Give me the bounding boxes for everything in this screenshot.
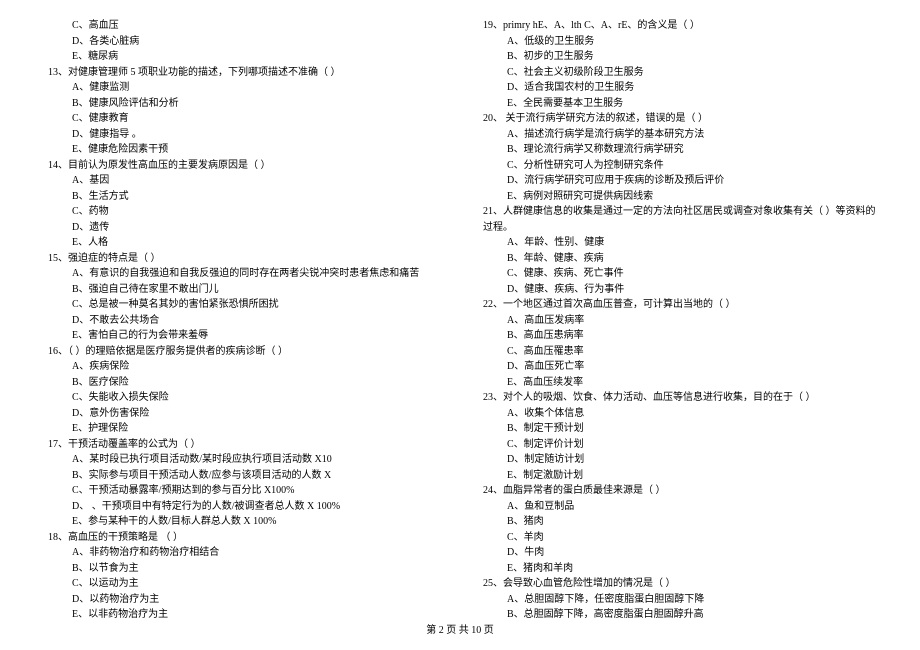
question-line: 22、一个地区通过首次高血压普查，可计算出当地的（ ）	[475, 297, 880, 313]
question-line: 14、目前认为原发性高血压的主要发病原因是（ ）	[40, 158, 445, 174]
option-line: D、 、干预项目中有特定行为的人数/被调查者总人数 X 100%	[40, 499, 445, 515]
option-line: D、适合我国农村的卫生服务	[475, 80, 880, 96]
option-line: B、以节食为主	[40, 561, 445, 577]
option-line: C、药物	[40, 204, 445, 220]
question-line: 23、对个人的吸烟、饮食、体力活动、血压等信息进行收集，目的在于（ ）	[475, 390, 880, 406]
option-line: E、猪肉和羊肉	[475, 561, 880, 577]
option-line: C、制定评价计划	[475, 437, 880, 453]
question-line: 16、（ ）的理赔依据是医疗服务提供者的疾病诊断（ ）	[40, 344, 445, 360]
option-line: B、实际参与项目干预活动人数/应参与该项目活动的人数 X	[40, 468, 445, 484]
option-line: B、制定干预计划	[475, 421, 880, 437]
question-line: 过程。	[475, 220, 880, 236]
left-column: C、高血压D、各类心脏病E、糖尿病13、对健康管理师 5 项职业功能的描述，下列…	[40, 18, 445, 623]
question-line: 25、会导致心血管危险性增加的情况是（ ）	[475, 576, 880, 592]
question-line: 24、血脂异常者的蛋白质最佳来源是（ ）	[475, 483, 880, 499]
option-line: A、总胆固醇下降，任密度脂蛋白胆固醇下降	[475, 592, 880, 608]
option-line: E、健康危险因素干预	[40, 142, 445, 158]
option-line: C、干预活动暴露率/预期达到的参与百分比 X100%	[40, 483, 445, 499]
option-line: D、不敢去公共场合	[40, 313, 445, 329]
option-line: C、羊肉	[475, 530, 880, 546]
option-line: B、高血压患病率	[475, 328, 880, 344]
option-line: C、高血压	[40, 18, 445, 34]
option-line: E、全民需要基本卫生服务	[475, 96, 880, 112]
option-line: C、高血压罹患率	[475, 344, 880, 360]
option-line: C、总是被一种莫名其妙的害怕紧张恐惧所困扰	[40, 297, 445, 313]
option-line: A、收集个体信息	[475, 406, 880, 422]
question-line: 17、干预活动覆盖率的公式为（ ）	[40, 437, 445, 453]
option-line: B、初步的卫生服务	[475, 49, 880, 65]
option-line: E、害怕自己的行为会带来羞辱	[40, 328, 445, 344]
option-line: E、糖尿病	[40, 49, 445, 65]
option-line: A、非药物治疗和药物治疗相结合	[40, 545, 445, 561]
option-line: D、各类心脏病	[40, 34, 445, 50]
option-line: A、鱼和豆制品	[475, 499, 880, 515]
option-line: D、牛肉	[475, 545, 880, 561]
question-line: 18、高血压的干预策略是 （ ）	[40, 530, 445, 546]
option-line: C、以运动为主	[40, 576, 445, 592]
option-line: E、病例对照研究可提供病因线索	[475, 189, 880, 205]
option-line: C、健康教育	[40, 111, 445, 127]
option-line: B、年龄、健康、疾病	[475, 251, 880, 267]
option-line: D、高血压死亡率	[475, 359, 880, 375]
option-line: D、健康指导 。	[40, 127, 445, 143]
option-line: D、意外伤害保险	[40, 406, 445, 422]
option-line: A、描述流行病学是流行病学的基本研究方法	[475, 127, 880, 143]
option-line: D、制定随访计划	[475, 452, 880, 468]
question-line: 15、强迫症的特点是（ ）	[40, 251, 445, 267]
option-line: A、低级的卫生服务	[475, 34, 880, 50]
option-line: C、分析性研究可人为控制研究条件	[475, 158, 880, 174]
right-column: 19、primry hE、A、lth C、A、rE、的含义是（ ）A、低级的卫生…	[475, 18, 880, 623]
option-line: D、流行病学研究可应用于疾病的诊断及预后评价	[475, 173, 880, 189]
question-line: 20、 关于流行病学研究方法的叙述，错误的是（ ）	[475, 111, 880, 127]
option-line: A、基因	[40, 173, 445, 189]
option-line: B、医疗保险	[40, 375, 445, 391]
option-line: E、制定激励计划	[475, 468, 880, 484]
option-line: B、强迫自己待在家里不敢出门儿	[40, 282, 445, 298]
option-line: B、健康风险评估和分析	[40, 96, 445, 112]
option-line: E、参与某种干的人数/目标人群总人数 X 100%	[40, 514, 445, 530]
option-line: B、生活方式	[40, 189, 445, 205]
question-line: 13、对健康管理师 5 项职业功能的描述，下列哪项描述不准确（ ）	[40, 65, 445, 81]
option-line: C、社会主义初级阶段卫生服务	[475, 65, 880, 81]
option-line: A、疾病保险	[40, 359, 445, 375]
question-line: 19、primry hE、A、lth C、A、rE、的含义是（ ）	[475, 18, 880, 34]
option-line: D、健康、疾病、行为事件	[475, 282, 880, 298]
option-line: D、遗传	[40, 220, 445, 236]
option-line: E、人格	[40, 235, 445, 251]
option-line: C、失能收入损失保险	[40, 390, 445, 406]
option-line: E、高血压续发率	[475, 375, 880, 391]
option-line: E、护理保险	[40, 421, 445, 437]
option-line: B、猪肉	[475, 514, 880, 530]
option-line: A、健康监测	[40, 80, 445, 96]
question-line: 21、人群健康信息的收集是通过一定的方法向社区居民或调查对象收集有关（ ）等资料…	[475, 204, 880, 220]
page-footer: 第 2 页 共 10 页	[0, 621, 920, 636]
option-line: A、某时段已执行项目活动数/某时段应执行项目活动数 X10	[40, 452, 445, 468]
option-line: B、理论流行病学又称数理流行病学研究	[475, 142, 880, 158]
option-line: A、年龄、性别、健康	[475, 235, 880, 251]
option-line: D、以药物治疗为主	[40, 592, 445, 608]
option-line: C、健康、疾病、死亡事件	[475, 266, 880, 282]
option-line: A、有意识的自我强迫和自我反强迫的同时存在两者尖锐冲突时患者焦虑和痛苦	[40, 266, 445, 282]
option-line: A、高血压发病率	[475, 313, 880, 329]
